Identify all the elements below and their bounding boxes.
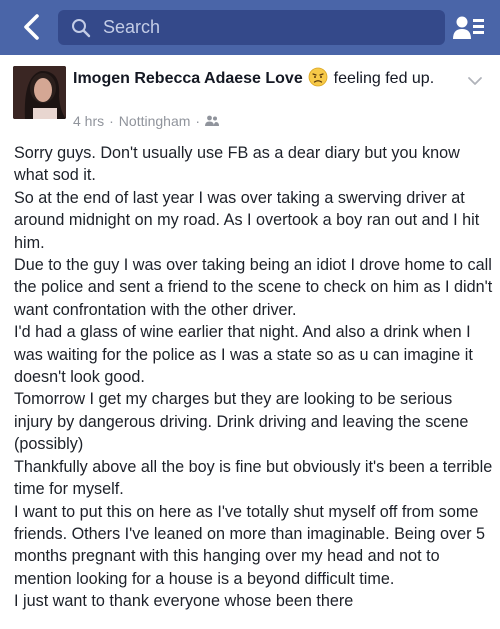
feeling-text: feeling fed up. bbox=[333, 70, 435, 87]
post-paragraph: Sorry guys. Don't usually use FB as a de… bbox=[14, 144, 460, 185]
meta-separator: · bbox=[195, 113, 201, 129]
sad-face-emoji bbox=[308, 67, 328, 87]
author-name[interactable]: Imogen Rebecca Adaese Love bbox=[73, 70, 303, 87]
post-body: Sorry guys. Don't usually use FB as a de… bbox=[14, 142, 494, 613]
post-paragraph: Thankfully above all the boy is fine but… bbox=[14, 457, 493, 499]
avatar[interactable] bbox=[13, 66, 66, 119]
friend-requests-icon bbox=[453, 16, 484, 39]
post-paragraph: I'd had a glass of wine earlier that nig… bbox=[14, 323, 473, 387]
post-paragraph: So at the end of last year I was over ta… bbox=[14, 188, 480, 252]
chevron-left-icon bbox=[24, 14, 39, 40]
post-meta: 4 hrs · Nottingham · bbox=[73, 113, 220, 129]
search-input[interactable] bbox=[101, 16, 435, 39]
post-paragraph: I want to put this on here as I've total… bbox=[14, 502, 486, 588]
post-paragraph: Due to the guy I was over taking being a… bbox=[14, 256, 493, 319]
post-header: Imogen Rebecca Adaese Love feeling fed u… bbox=[73, 67, 453, 90]
chevron-down-icon bbox=[468, 77, 482, 85]
search-bar[interactable] bbox=[58, 10, 445, 45]
meta-separator: · bbox=[109, 113, 114, 129]
back-button[interactable] bbox=[14, 12, 48, 42]
post-location[interactable]: Nottingham bbox=[119, 113, 191, 129]
post-options-button[interactable] bbox=[462, 71, 488, 91]
friend-requests-button[interactable] bbox=[451, 13, 487, 43]
top-navigation-bar bbox=[0, 0, 500, 55]
feed-post: Imogen Rebecca Adaese Love feeling fed u… bbox=[0, 55, 500, 629]
friends-audience-icon[interactable] bbox=[205, 115, 220, 127]
post-paragraph: Tomorrow I get my charges but they are l… bbox=[14, 390, 469, 454]
post-timestamp[interactable]: 4 hrs bbox=[73, 113, 104, 129]
post-paragraph: I just want to thank everyone whose been… bbox=[14, 592, 354, 611]
search-icon bbox=[71, 18, 91, 38]
